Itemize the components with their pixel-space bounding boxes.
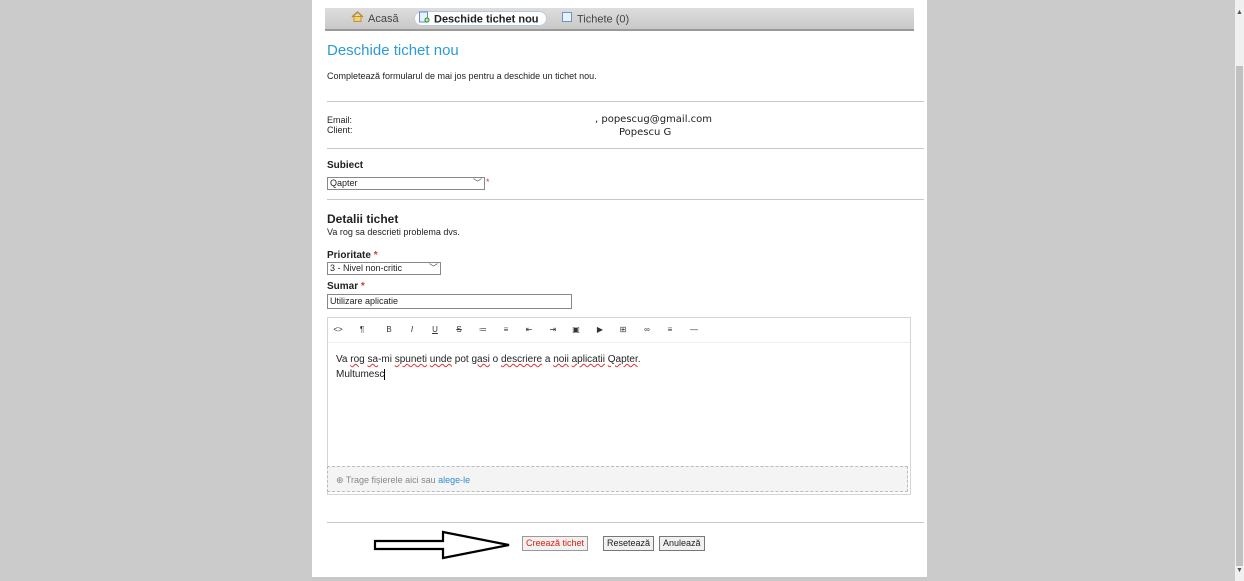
- align-icon[interactable]: ≡: [664, 325, 676, 335]
- create-ticket-button[interactable]: Creează tichet: [522, 536, 589, 551]
- cancel-button[interactable]: Anulează: [659, 536, 705, 551]
- scrollbar-thumb[interactable]: [1236, 66, 1243, 566]
- divider: [327, 148, 924, 149]
- text-caret: [384, 368, 386, 380]
- strikethrough-icon[interactable]: S: [453, 325, 465, 335]
- nav-tickets-label: Tichete (0): [577, 13, 630, 26]
- file-dropzone[interactable]: ⊕ Trage fișierele aici sau alege-le: [327, 466, 908, 492]
- horizontal-rule-icon[interactable]: —: [688, 325, 700, 335]
- editor-line: Multumesc: [336, 368, 386, 380]
- link-icon[interactable]: ∞: [641, 325, 653, 335]
- email-label: Email:: [327, 115, 353, 125]
- nav-new-ticket[interactable]: Deschide tichet nou: [414, 11, 547, 26]
- page-container: Acasă Deschide tichet nou Tichete (0) De…: [312, 0, 927, 577]
- italic-icon[interactable]: I: [406, 325, 418, 335]
- table-icon[interactable]: ⊞: [617, 325, 629, 335]
- priority-label-text: Prioritate: [327, 250, 371, 261]
- annotation-arrow-icon: [373, 530, 510, 560]
- subject-select[interactable]: Qapter ﹀: [327, 177, 485, 190]
- chevron-down-icon: ﹀: [472, 178, 482, 188]
- tickets-icon: [561, 11, 573, 28]
- chevron-down-icon: ﹀: [428, 263, 438, 273]
- priority-select[interactable]: 3 - Nivel non-critic ﹀: [327, 262, 441, 275]
- new-ticket-icon: [418, 11, 430, 28]
- client-value: Popescu G: [619, 127, 672, 138]
- scroll-up-icon[interactable]: ▲: [1235, 8, 1244, 18]
- required-marker: *: [486, 177, 490, 187]
- details-subheading: Va rog sa descrieti problema dvs.: [327, 227, 460, 237]
- scroll-down-icon[interactable]: ▼: [1235, 566, 1244, 576]
- nav-tickets[interactable]: Tichete (0): [561, 11, 629, 26]
- reset-button[interactable]: Resetează: [603, 536, 655, 551]
- required-marker: *: [360, 281, 365, 292]
- outdent-icon[interactable]: ⇤: [523, 325, 535, 335]
- nav-new-ticket-label: Deschide tichet nou: [434, 13, 539, 26]
- summary-label-text: Sumar: [327, 281, 359, 292]
- intro-text: Completează formularul de mai jos pentru…: [327, 71, 597, 81]
- top-navigation: Acasă Deschide tichet nou Tichete (0): [325, 8, 914, 31]
- home-icon: [351, 11, 364, 27]
- required-marker: *: [373, 250, 378, 261]
- paragraph-icon[interactable]: ¶: [356, 325, 368, 335]
- divider: [327, 522, 924, 523]
- divider: [327, 199, 924, 200]
- editor-toolbar: <> ¶ B I U S ≔ ≡ ⇤ ⇥ ▣ ▶ ⊞ ∞ ≡ —: [328, 318, 910, 343]
- priority-select-value: 3 - Nivel non-critic: [330, 263, 403, 273]
- choose-files-link[interactable]: alege-le: [438, 475, 470, 485]
- unordered-list-icon[interactable]: ≔: [477, 325, 489, 335]
- subject-heading: Subiect: [327, 160, 364, 171]
- indent-icon[interactable]: ⇥: [547, 325, 559, 335]
- email-value: , popescug@gmail.com: [595, 114, 713, 125]
- summary-input[interactable]: Utilizare aplicatie: [327, 294, 572, 309]
- details-heading: Detalii tichet: [327, 212, 399, 226]
- underline-icon[interactable]: U: [429, 325, 441, 335]
- nav-home-label: Acasă: [368, 12, 399, 25]
- editor-content[interactable]: Va rog sa-mi spuneti unde pot gasi o des…: [336, 352, 641, 382]
- bold-icon[interactable]: B: [383, 325, 395, 335]
- divider: [327, 101, 924, 102]
- subject-select-value: Qapter: [330, 178, 358, 188]
- summary-label: Sumar *: [327, 281, 365, 292]
- editor-line: Va rog sa-mi spuneti unde pot gasi o des…: [336, 354, 641, 365]
- video-icon[interactable]: ▶: [594, 325, 606, 335]
- image-icon[interactable]: ▣: [570, 325, 582, 335]
- dropzone-text: ⊕ Trage fișierele aici sau: [336, 475, 439, 485]
- priority-label: Prioritate *: [327, 250, 378, 261]
- nav-home[interactable]: Acasă: [351, 11, 399, 26]
- code-icon[interactable]: <>: [332, 325, 344, 335]
- ordered-list-icon[interactable]: ≡: [500, 325, 512, 335]
- page-title: Deschide tichet nou: [327, 42, 459, 59]
- right-background: [927, 0, 1235, 581]
- client-label: Client:: [327, 125, 353, 135]
- left-background: [0, 0, 312, 581]
